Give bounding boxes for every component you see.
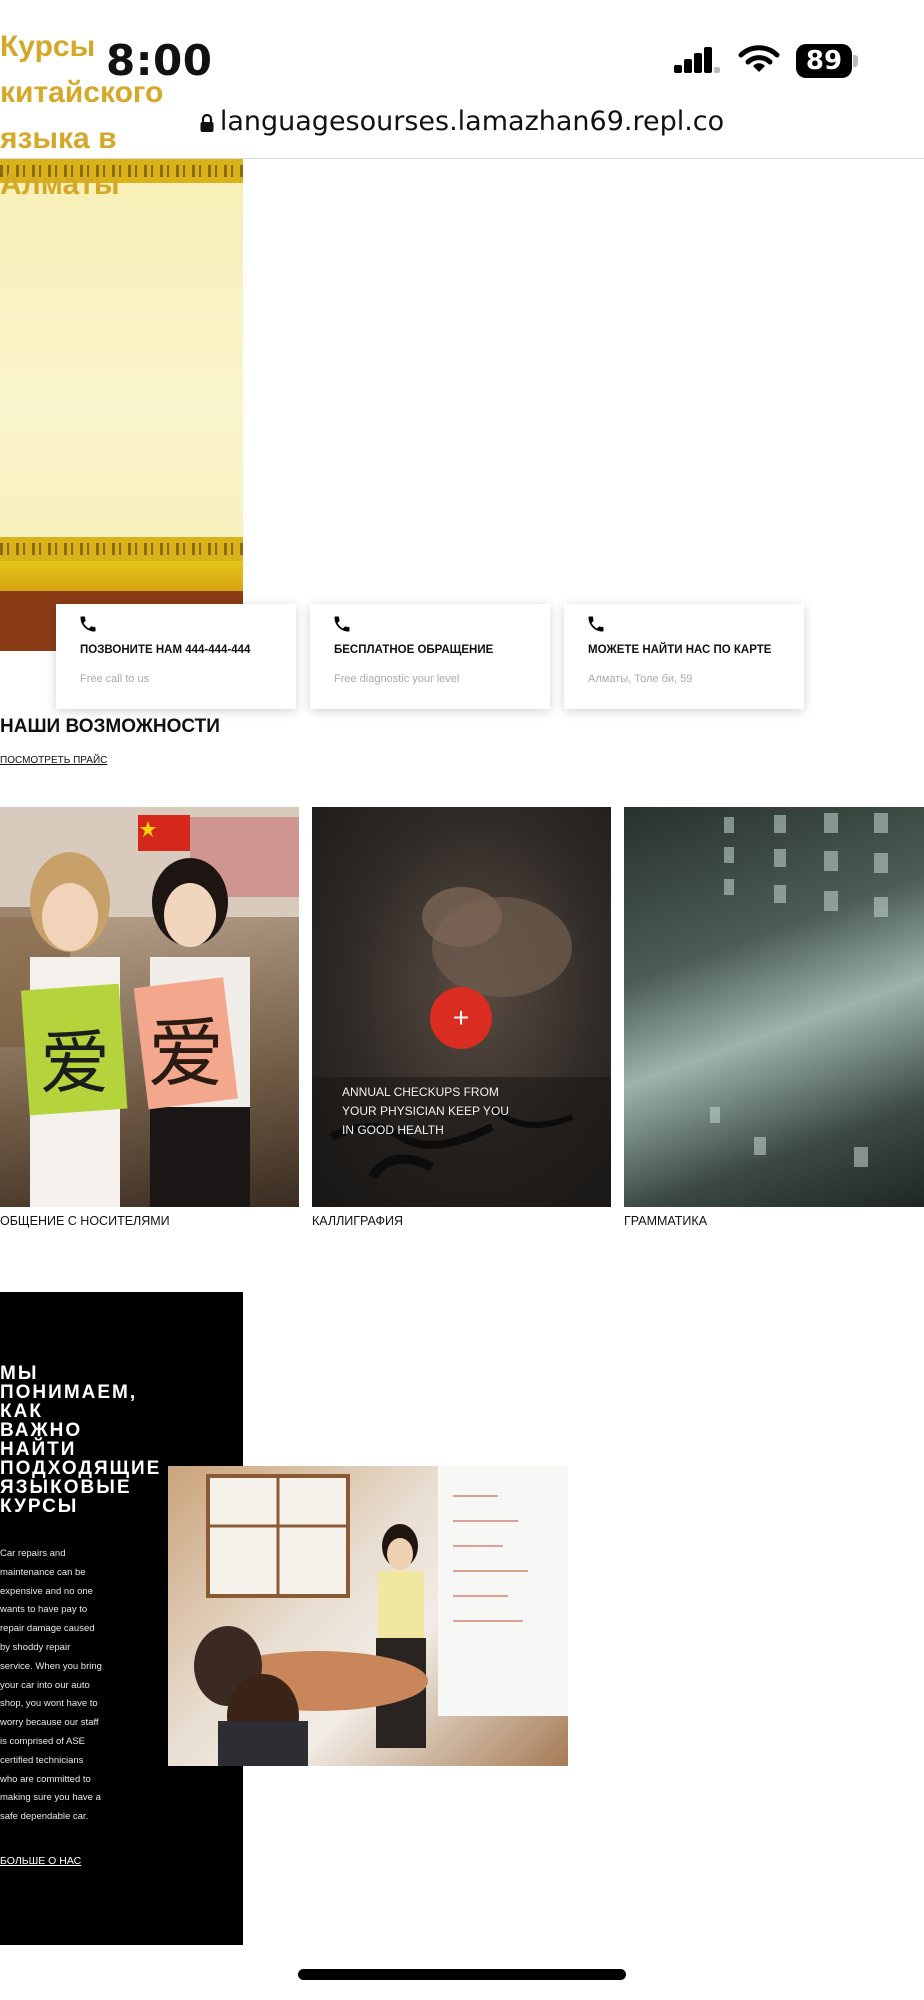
calligraphy-character: 爱 (40, 1022, 110, 1104)
about-text-line: Car repairs and (0, 1548, 66, 1559)
battery-level: 89 (796, 44, 852, 78)
hero-border-bottom (0, 537, 243, 561)
about-text-line: is comprised of ASE (0, 1735, 86, 1747)
cellular-signal-icon (674, 47, 720, 73)
wifi-icon (738, 45, 780, 72)
hero-title: Курсы китайского языка в Алматы (0, 24, 240, 208)
info-card-title: БЕСПЛАТНОЕ ОБРАЩЕНИЕ (334, 644, 494, 656)
about-text-line: safe dependable car. (0, 1811, 89, 1823)
hero-title-line: Курсы (0, 30, 96, 63)
about-text-line: wants to have pay to (0, 1604, 88, 1616)
hero-title-line: языка в (0, 122, 117, 155)
info-card-title: ПОЗВОНИТЕ НАМ 444-444-444 (80, 644, 251, 656)
info-card-free-consultation[interactable]: БЕСПЛАТНОЕ ОБРАЩЕНИЕ Free diagnostic you… (310, 604, 550, 709)
hero-banner (0, 159, 243, 651)
info-card-subtitle: Free call to us (80, 673, 150, 685)
phone-icon (334, 616, 350, 632)
about-text-line: maintenance can be (0, 1566, 86, 1578)
about-text-line: making sure you have a (0, 1792, 101, 1804)
hero-title-line: Алматы (0, 168, 120, 201)
about-text-line: shop, you wont have to (0, 1698, 98, 1710)
about-title-line: ПОДХОДЯЩИЕ (0, 1458, 162, 1479)
expand-button[interactable]: + (430, 987, 492, 1049)
section-title: НАШИ ВОЗМОЖНОСТИ (0, 716, 220, 737)
about-more-link[interactable]: БОЛЬШЕ О НАС (0, 1855, 81, 1867)
about-text-line: your car into our auto (0, 1679, 90, 1691)
about-title: МЫ ПОНИМАЕМ, КАК ВАЖНО НАЙТИ ПОДХОДЯЩИЕ … (0, 1364, 180, 1516)
tile-label[interactable]: ОБЩЕНИЕ С НОСИТЕЛЯМИ (0, 1214, 170, 1228)
info-card-map[interactable]: МОЖЕТЕ НАЙТИ НАС ПО КАРТЕ Алматы, Толе б… (564, 604, 804, 709)
about-text-line: certified technicians (0, 1754, 84, 1766)
info-card-subtitle: Free diagnostic your level (334, 673, 460, 685)
about-text-line: repair damage caused (0, 1623, 95, 1635)
about-text-line: expensive and no one (0, 1585, 93, 1597)
about-text-line: service. When you bring (0, 1660, 102, 1672)
url-text: languagesourses.lamazhan69.repl.co (219, 106, 725, 137)
hero-title-line: китайского (0, 76, 164, 109)
grammar-photo (710, 813, 888, 1167)
phone-icon (80, 616, 96, 632)
info-card-call[interactable]: ПОЗВОНИТЕ НАМ 444-444-444 Free call to u… (56, 604, 296, 709)
about-title-line: НАЙТИ (0, 1439, 77, 1460)
about-title-line: ПОНИМАЕМ, (0, 1382, 138, 1403)
tile-calligraphy-image[interactable]: + ANNUAL CHECKUPS FROM YOUR PHYSICIAN KE… (312, 807, 611, 1207)
tile-caption: ANNUAL CHECKUPS FROM YOUR PHYSICIAN KEEP… (342, 1085, 509, 1137)
home-indicator[interactable] (298, 1969, 626, 1980)
about-title-line: КУРСЫ (0, 1496, 79, 1517)
about-text-line: who are committed to (0, 1773, 91, 1785)
tile-label[interactable]: ГРАММАТИКА (624, 1214, 707, 1228)
about-title-line: ВАЖНО (0, 1420, 83, 1441)
tile-label[interactable]: КАЛЛИГРАФИЯ (312, 1214, 403, 1228)
about-title-line: КАК (0, 1401, 43, 1422)
about-text: Car repairs and maintenance can be expen… (0, 1545, 122, 1827)
info-card-subtitle: Алматы, Толе би, 59 (588, 673, 693, 685)
classroom-photo (168, 1466, 568, 1766)
tile-native-speakers-image[interactable]: 爱 爱 (0, 807, 299, 1207)
about-text-line: by shoddy repair (0, 1641, 71, 1653)
about-title-line: МЫ (0, 1363, 39, 1384)
battery-icon: 89 (796, 44, 858, 78)
about-title-line: ЯЗЫКОВЫЕ (0, 1477, 132, 1498)
about-text-line: worry because our staff (0, 1717, 99, 1729)
calligraphy-character: 爱 (148, 1009, 224, 1098)
info-card-title: МОЖЕТЕ НАЙТИ НАС ПО КАРТЕ (588, 644, 772, 656)
phone-icon (588, 616, 604, 632)
view-price-link[interactable]: ПОСМОТРЕТЬ ПРАЙС (0, 755, 107, 766)
tile-grammar-image[interactable] (624, 807, 924, 1207)
